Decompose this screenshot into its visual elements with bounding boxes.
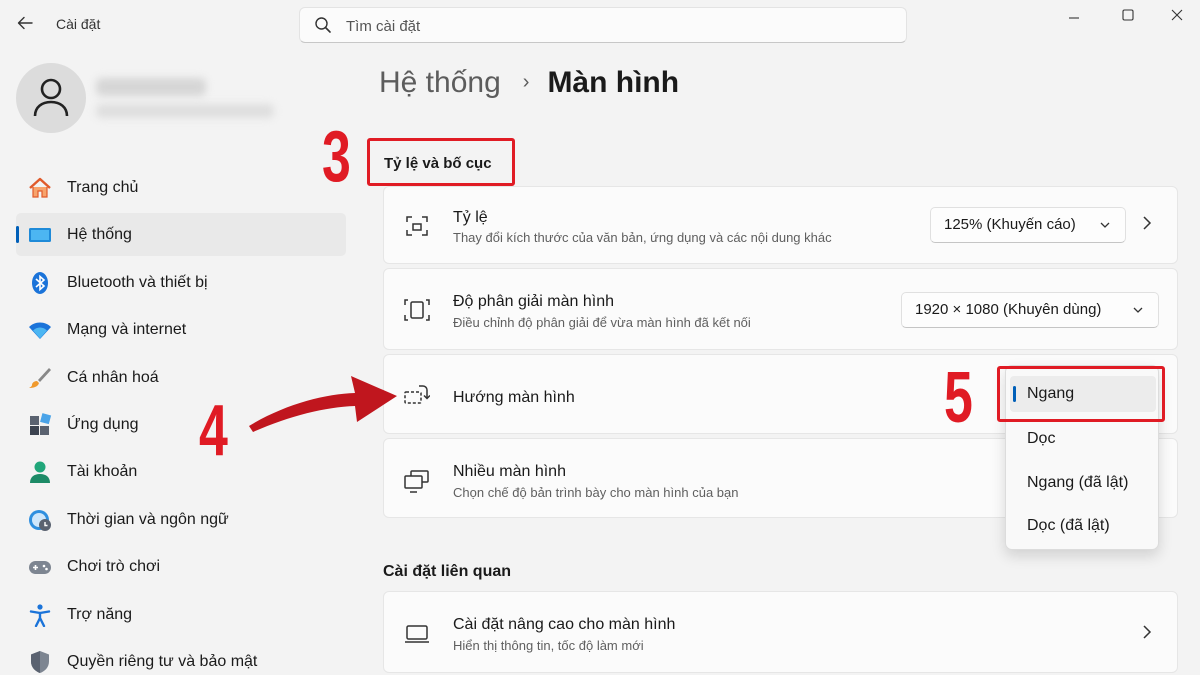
sidebar-item-label: Bluetooth và thiết bị [67,273,208,291]
sidebar-item-bluetooth[interactable]: Bluetooth và thiết bị [16,261,346,304]
resolution-subtitle: Điều chỉnh độ phân giải để vừa màn hình … [453,315,751,330]
title-bar: Cài đặt [0,0,1200,50]
sidebar-item-label: Tài khoản [67,463,138,481]
multiple-displays-subtitle: Chọn chế độ bản trình bày cho màn hình c… [453,485,739,500]
page-title: Màn hình [547,66,680,99]
scale-card[interactable]: Tỷ lệ Thay đổi kích thước của văn bản, ứ… [383,186,1178,264]
sidebar-item-label: Chơi trò chơi [67,558,161,576]
advanced-display-title: Cài đặt nâng cao cho màn hình [453,616,676,633]
annotation-number-4: 4 [199,391,228,471]
sidebar-item-accessibility[interactable]: Trợ năng [16,593,346,636]
sidebar-item-label: Thời gian và ngôn ngữ [67,510,229,528]
chevron-right-icon[interactable] [1141,624,1153,645]
multiple-displays-icon [404,469,430,495]
multiple-displays-title: Nhiều màn hình [453,463,566,480]
sidebar-item-time-language[interactable]: Thời gian và ngôn ngữ [16,498,346,541]
orientation-icon [404,383,431,409]
sidebar-item-label: Quyền riêng tư và bảo mật [67,652,258,670]
annotation-arrow [249,376,397,432]
annotation-number-5: 5 [944,358,973,438]
chevron-down-icon [1132,303,1144,321]
sidebar-item-label: Trợ năng [67,605,133,623]
sidebar-item-home[interactable]: Trang chủ [16,166,346,209]
resolution-icon [404,297,430,323]
option-label: Dọc (đã lật) [1027,517,1110,534]
clock-globe-icon [28,508,51,531]
option-label: Ngang (đã lật) [1027,474,1129,491]
scale-icon [404,213,430,239]
system-icon [28,223,51,245]
gamepad-icon [28,555,51,577]
resolution-dropdown[interactable]: 1920 × 1080 (Khuyên dùng) [901,292,1159,328]
accessibility-icon [28,603,51,627]
section-title-related: Cài đặt liên quan [383,563,512,580]
back-arrow-icon[interactable] [12,14,38,36]
avatar[interactable] [16,63,86,133]
maximize-button[interactable] [1105,4,1151,32]
sidebar-item-label: Trang chủ [67,179,139,196]
sidebar-item-label: Mạng và internet [67,321,187,339]
sidebar-item-accounts[interactable]: Tài khoản [16,450,346,493]
orientation-option-landscape-flipped[interactable]: Ngang (đã lật) [1010,465,1156,501]
chevron-right-icon[interactable] [1141,215,1153,236]
sidebar-item-label: Ứng dụng [67,415,139,433]
apps-icon [28,413,52,435]
resolution-card[interactable]: Độ phân giải màn hình Điều chỉnh độ phân… [383,268,1178,350]
sidebar-item-gaming[interactable]: Chơi trò chơi [16,545,346,588]
sidebar-item-label: Hệ thống [67,226,132,244]
scale-subtitle: Thay đổi kích thước của văn bản, ứng dụn… [453,230,832,245]
bluetooth-icon [28,271,50,294]
home-icon [28,176,51,198]
shield-icon [28,650,50,673]
person-icon [33,78,69,117]
orientation-option-portrait[interactable]: Dọc [1010,421,1156,457]
scale-dropdown[interactable]: 125% (Khuyến cáo) [930,207,1126,243]
scale-title: Tỷ lệ [453,209,488,226]
advanced-display-subtitle: Hiển thị thông tin, tốc độ làm mới [453,638,644,653]
sidebar-item-network[interactable]: Mạng và internet [16,308,346,351]
account-icon [28,460,50,484]
brush-icon [28,366,51,388]
sidebar-item-privacy[interactable]: Quyền riêng tư và bảo mật [16,640,346,675]
resolution-dropdown-value: 1920 × 1080 (Khuyên dùng) [915,301,1102,318]
sidebar-item-label: Cá nhân hoá [67,368,159,386]
annotation-number-3: 3 [322,117,351,197]
annotation-box-option [997,366,1165,422]
annotation-box-section [367,138,515,186]
resolution-title: Độ phân giải màn hình [453,293,614,310]
scale-dropdown-value: 125% (Khuyến cáo) [944,216,1076,233]
minimize-button[interactable] [1051,4,1097,32]
wifi-icon [28,318,51,340]
orientation-option-portrait-flipped[interactable]: Dọc (đã lật) [1010,508,1156,544]
search-icon [314,16,332,39]
breadcrumb-parent[interactable]: Hệ thống [379,66,501,99]
breadcrumb: Hệ thống › Màn hình [379,66,679,100]
option-label: Dọc [1027,430,1056,447]
close-button[interactable] [1154,4,1200,32]
sidebar-item-system[interactable]: Hệ thống [16,213,346,257]
chevron-down-icon [1099,218,1111,236]
search-input[interactable] [346,15,866,37]
monitor-icon [404,622,430,648]
search-box[interactable] [299,7,907,43]
advanced-display-card[interactable]: Cài đặt nâng cao cho màn hình Hiển thị t… [383,591,1178,673]
blurred-user-info [96,78,274,122]
orientation-title: Hướng màn hình [453,389,575,406]
app-title: Cài đặt [56,16,101,32]
breadcrumb-separator: › [522,71,530,93]
